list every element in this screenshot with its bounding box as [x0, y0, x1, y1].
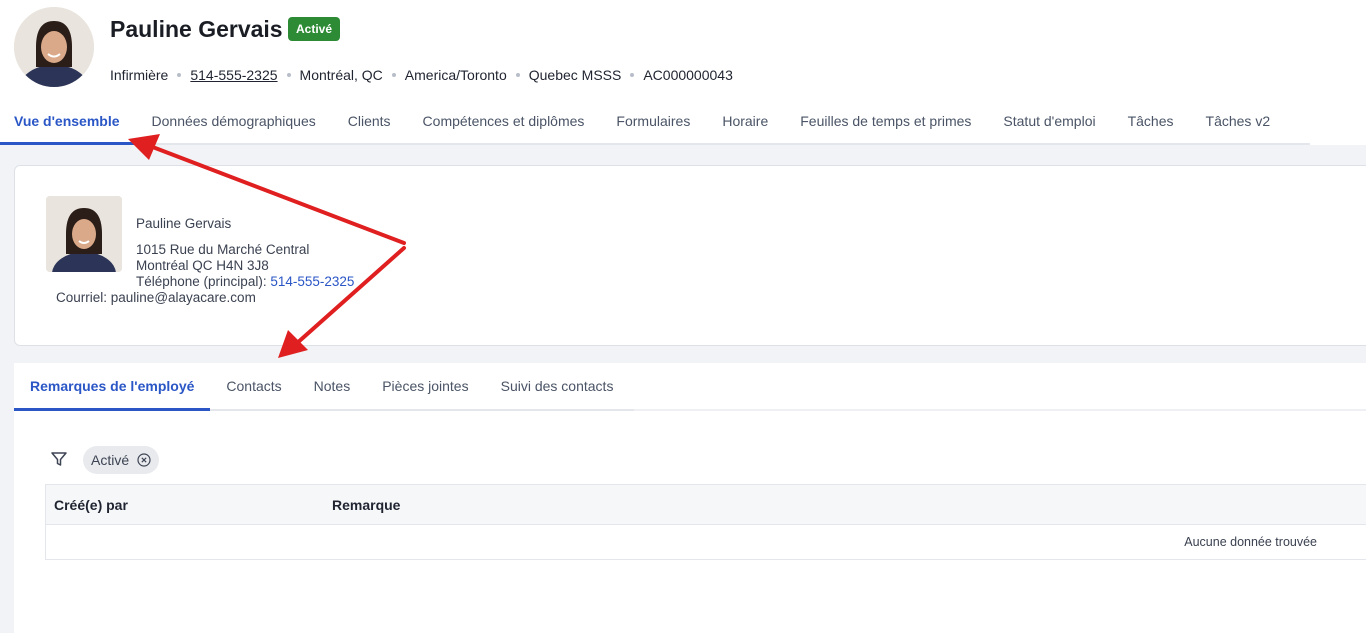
- tab-employment-status[interactable]: Statut d'emploi: [987, 104, 1111, 143]
- filter-chip[interactable]: Activé: [83, 446, 160, 474]
- tab-clients[interactable]: Clients: [332, 104, 407, 143]
- employee-remarks-panel: Remarques de l'employé Contacts Notes Pi…: [14, 363, 1366, 633]
- employee-timezone: America/Toronto: [404, 67, 507, 83]
- empty-state-text: Aucune donnée trouvée: [1184, 535, 1317, 549]
- separator-dot: [286, 73, 291, 77]
- sub-tabs: Remarques de l'employé Contacts Notes Pi…: [14, 363, 634, 411]
- avatar: [14, 7, 94, 87]
- subtab-remarks[interactable]: Remarques de l'employé: [14, 363, 211, 411]
- divider: [634, 409, 1366, 411]
- employee-header: Pauline Gervais Activé Infirmière 514-55…: [0, 0, 1366, 145]
- separator-dot: [391, 73, 396, 77]
- remarks-table: Créé(e) par Remarque Aucune donnée trouv…: [45, 484, 1366, 560]
- main-tabs: Vue d'ensemble Données démographiques Cl…: [0, 104, 1310, 145]
- subtab-contacts[interactable]: Contacts: [210, 363, 297, 409]
- employee-id: AC000000043: [643, 67, 733, 83]
- card-address-line1: 1015 Rue du Marché Central: [136, 242, 310, 257]
- column-header-created-by[interactable]: Créé(e) par: [54, 485, 128, 525]
- column-header-remark[interactable]: Remarque: [332, 485, 400, 525]
- separator-dot: [177, 73, 182, 77]
- avatar: [46, 196, 122, 272]
- employee-region: Quebec MSSS: [528, 67, 622, 83]
- tab-timesheets[interactable]: Feuilles de temps et primes: [784, 104, 987, 143]
- card-phone-row: Téléphone (principal): 514-555-2325: [136, 274, 354, 289]
- employee-role: Infirmière: [110, 67, 169, 83]
- table-header: Créé(e) par Remarque: [46, 485, 1366, 525]
- filter-icon[interactable]: [50, 450, 68, 468]
- tab-tasks-v2[interactable]: Tâches v2: [1190, 104, 1287, 143]
- employee-meta: Infirmière 514-555-2325 Montréal, QC Ame…: [110, 66, 733, 84]
- filter-chip-label: Activé: [91, 452, 130, 468]
- tab-tasks[interactable]: Tâches: [1112, 104, 1190, 143]
- tab-skills[interactable]: Compétences et diplômes: [407, 104, 601, 143]
- tab-schedule[interactable]: Horaire: [706, 104, 784, 143]
- card-phone-link[interactable]: 514-555-2325: [270, 274, 354, 289]
- card-name: Pauline Gervais: [136, 216, 232, 231]
- card-address-line2: Montréal QC H4N 3J8: [136, 258, 269, 273]
- tab-overview[interactable]: Vue d'ensemble: [0, 104, 136, 145]
- subtab-contact-tracking[interactable]: Suivi des contacts: [485, 363, 630, 409]
- card-email-label: Courriel:: [56, 290, 108, 305]
- separator-dot: [515, 73, 520, 77]
- employee-name: Pauline Gervais: [110, 16, 283, 42]
- subtab-attachments[interactable]: Pièces jointes: [366, 363, 484, 409]
- employee-city: Montréal, QC: [299, 67, 383, 83]
- employee-info-card: Pauline Gervais 1015 Rue du Marché Centr…: [14, 165, 1366, 346]
- card-phone-label: Téléphone (principal):: [136, 274, 267, 289]
- close-circle-icon[interactable]: [137, 453, 151, 467]
- status-badge: Activé: [288, 17, 341, 41]
- subtab-notes[interactable]: Notes: [298, 363, 367, 409]
- card-email: pauline@alayacare.com: [110, 290, 256, 305]
- employee-phone-link[interactable]: 514-555-2325: [190, 67, 277, 83]
- separator-dot: [630, 73, 635, 77]
- card-email-row: Courriel: pauline@alayacare.com: [56, 290, 256, 305]
- tab-demographics[interactable]: Données démographiques: [136, 104, 332, 143]
- tab-forms[interactable]: Formulaires: [600, 104, 706, 143]
